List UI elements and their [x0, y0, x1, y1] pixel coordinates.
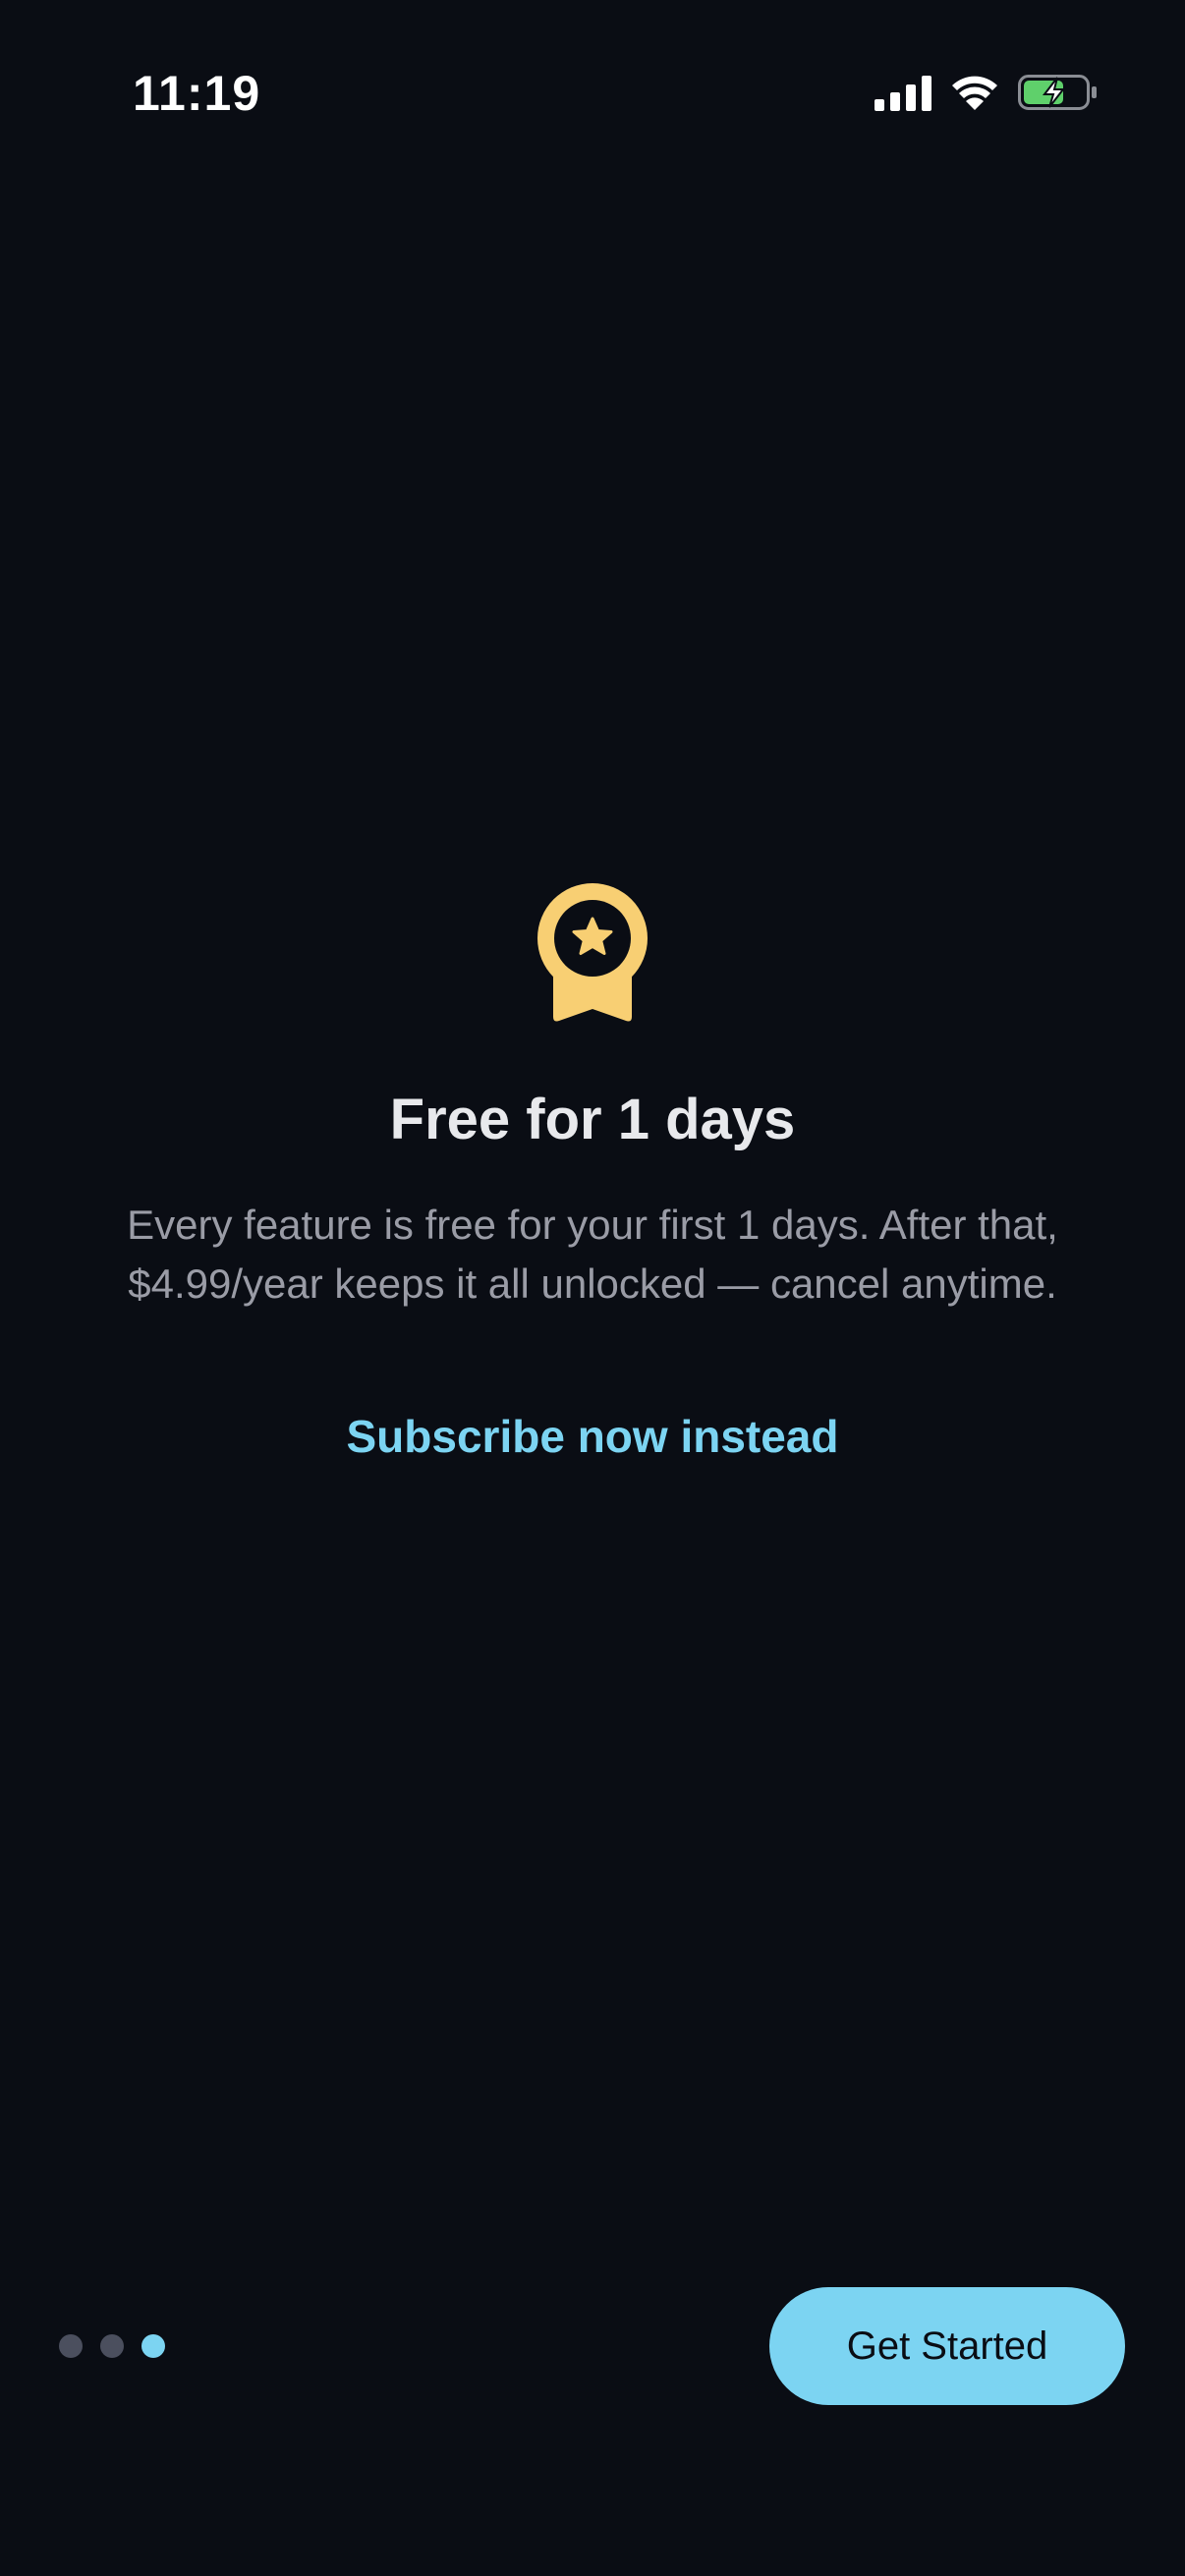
award-ribbon-icon — [537, 883, 648, 1022]
page-dot-3-active[interactable] — [141, 2334, 165, 2358]
status-icons — [875, 73, 1099, 112]
page-title: Free for 1 days — [389, 1088, 796, 1151]
onboarding-content: Free for 1 days Every feature is free fo… — [0, 879, 1185, 1463]
wifi-icon — [951, 74, 998, 111]
battery-charging-icon — [1018, 73, 1099, 112]
subscribe-now-link[interactable]: Subscribe now instead — [347, 1410, 839, 1463]
description-text: Every feature is free for your first 1 d… — [127, 1201, 1058, 1307]
page-indicator — [59, 2334, 165, 2358]
cellular-signal-icon — [875, 74, 931, 111]
status-time: 11:19 — [133, 66, 261, 121]
page-dot-1[interactable] — [59, 2334, 83, 2358]
page-dot-2[interactable] — [100, 2334, 124, 2358]
status-bar: 11:19 — [0, 0, 1185, 187]
get-started-button[interactable]: Get Started — [769, 2287, 1125, 2405]
